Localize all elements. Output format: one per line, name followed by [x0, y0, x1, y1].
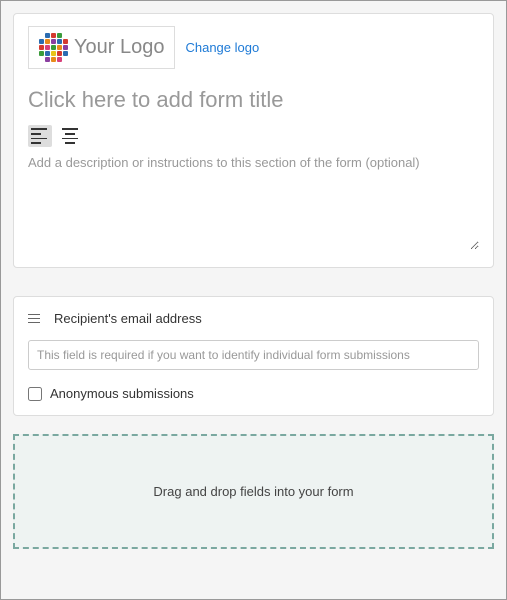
text-align-toolbar: [28, 125, 479, 147]
form-description-input[interactable]: [28, 155, 479, 250]
align-left-button[interactable]: [28, 125, 52, 147]
anonymous-checkbox[interactable]: [28, 387, 42, 401]
form-title-input[interactable]: [28, 87, 479, 113]
logo-placeholder[interactable]: Your Logo: [28, 26, 175, 69]
form-header-card: Your Logo Change logo: [13, 13, 494, 268]
align-center-button[interactable]: [58, 125, 82, 147]
form-builder-frame: Your Logo Change logo Recipient's email …: [0, 0, 507, 600]
recipient-header: Recipient's email address: [28, 311, 479, 326]
change-logo-link[interactable]: Change logo: [185, 40, 259, 55]
field-dropzone[interactable]: Drag and drop fields into your form: [13, 434, 494, 549]
drag-handle-icon[interactable]: [28, 314, 40, 323]
logo-icon: [39, 33, 68, 62]
anonymous-row: Anonymous submissions: [28, 386, 479, 401]
anonymous-label: Anonymous submissions: [50, 386, 194, 401]
logo-placeholder-text: Your Logo: [74, 36, 164, 59]
recipient-email-input[interactable]: [28, 340, 479, 370]
dropzone-text: Drag and drop fields into your form: [153, 484, 353, 499]
recipient-label: Recipient's email address: [54, 311, 202, 326]
recipient-card: Recipient's email address Anonymous subm…: [13, 296, 494, 416]
logo-row: Your Logo Change logo: [28, 26, 479, 69]
